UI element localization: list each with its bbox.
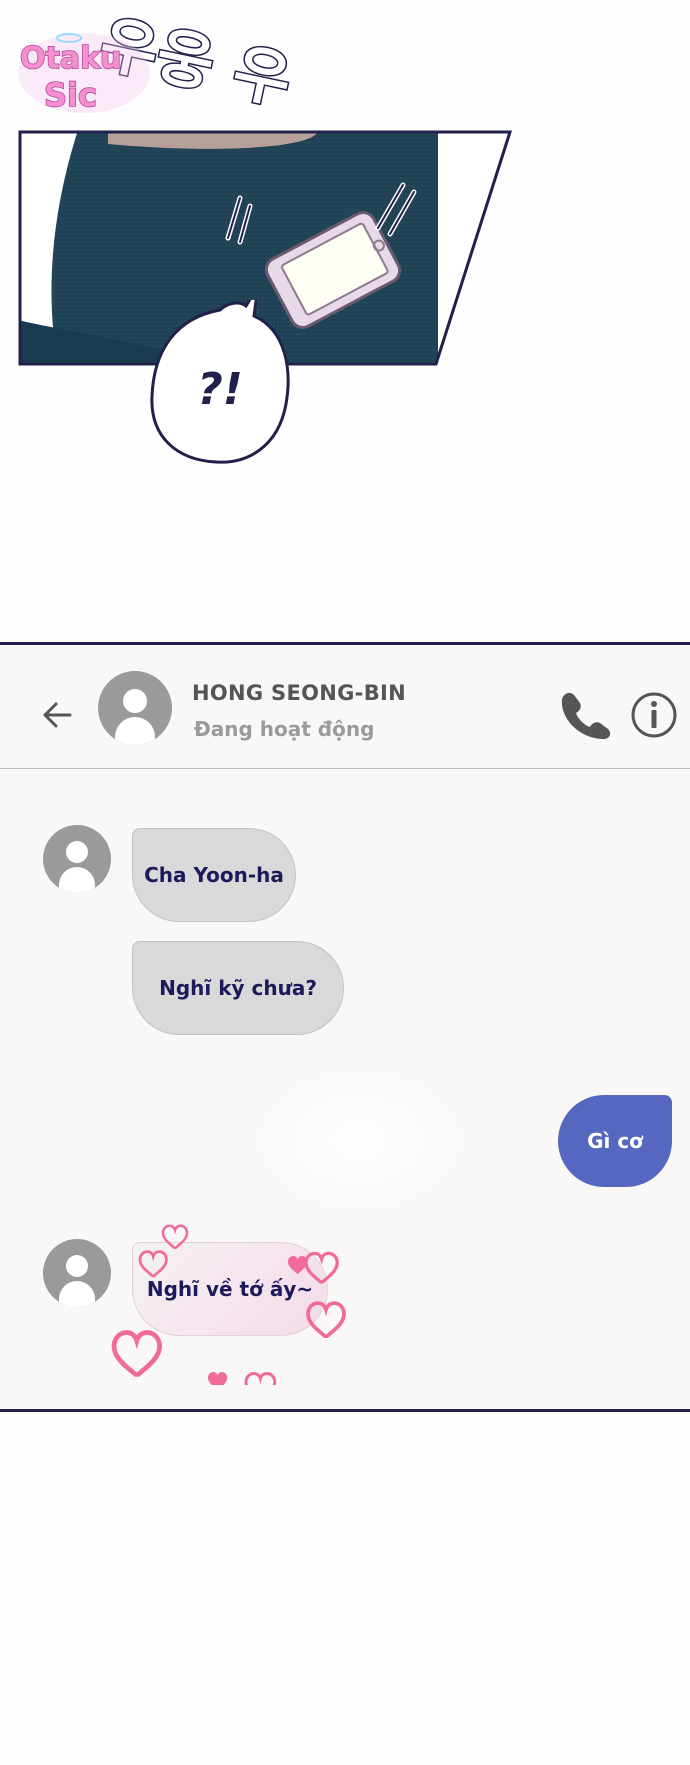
avatar-body	[59, 1281, 95, 1307]
otaku-logo: Otaku Sic	[18, 33, 150, 115]
contact-avatar[interactable]	[98, 671, 172, 745]
avatar-head	[66, 841, 88, 863]
message-text: Nghĩ kỹ chưa?	[159, 976, 317, 1000]
arrow-left-icon[interactable]	[40, 697, 76, 733]
contact-status: Đang hoạt động	[194, 717, 375, 741]
chat-screen: HONG SEONG-BIN Đang hoạt động Cha Yoon-h…	[0, 642, 690, 1412]
svg-text:Sic: Sic	[44, 76, 97, 114]
speech-text: ?!	[197, 364, 243, 415]
avatar-body	[59, 867, 95, 893]
speech-bubble: ?!	[150, 300, 290, 464]
message-bubble[interactable]: Cha Yoon-ha	[132, 828, 296, 922]
message-text: Cha Yoon-ha	[144, 863, 284, 887]
message-bubble[interactable]: Nghĩ về tớ ấy~	[132, 1242, 328, 1336]
avatar-head	[123, 689, 147, 713]
message-text: Gì cơ	[587, 1129, 643, 1153]
avatar-head	[66, 1255, 88, 1277]
message-bubble-sent[interactable]: Gì cơ	[558, 1095, 672, 1187]
avatar-body	[115, 717, 155, 745]
svg-text:Otaku: Otaku	[20, 41, 121, 76]
heart-icon	[244, 1371, 277, 1385]
message-avatar[interactable]	[43, 825, 111, 893]
chat-header: HONG SEONG-BIN Đang hoạt động	[0, 645, 690, 769]
message-bubble[interactable]: Nghĩ kỹ chưa?	[132, 941, 344, 1035]
phone-icon[interactable]	[554, 689, 612, 741]
message-text: Nghĩ về tớ ấy~	[146, 1277, 314, 1301]
info-icon[interactable]	[630, 691, 678, 739]
background-glow	[250, 1065, 470, 1215]
heart-icon	[114, 1333, 160, 1377]
message-avatar[interactable]	[43, 1239, 111, 1307]
contact-name: HONG SEONG-BIN	[192, 681, 406, 705]
heart-icon	[208, 1371, 228, 1385]
